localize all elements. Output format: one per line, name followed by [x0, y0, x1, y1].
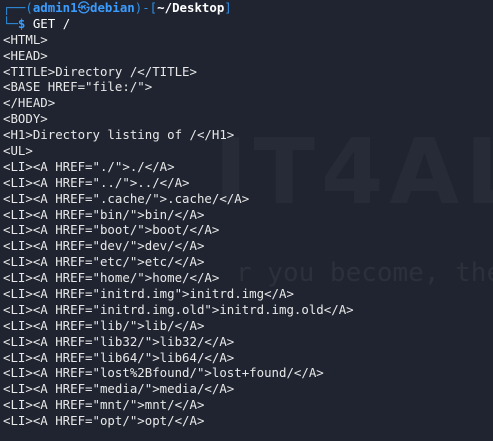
output-line: <LI><A HREF="media/">media/</A>: [3, 381, 235, 397]
output-line: <LI><A HREF=".cache/">.cache/</A>: [3, 190, 250, 206]
output-line: <LI><A HREF="lost%2Bfound/">lost+found/<…: [3, 365, 324, 381]
command-line: └─$ GET /: [3, 16, 493, 32]
output-line: <LI><A HREF="mnt/">mnt/</A>: [3, 397, 205, 413]
output-line: <LI><A HREF="lib64/">lib64/</A>: [3, 349, 235, 365]
prompt-at-symbol: ㉿: [77, 0, 90, 15]
output-line: <LI><A HREF="boot/">boot/</A>: [3, 222, 220, 238]
output-line: <LI><A HREF="etc/">etc/</A>: [3, 254, 205, 270]
output-line: <BASE HREF="file:/">: [3, 79, 153, 95]
prompt-path: ~/Desktop: [157, 0, 225, 15]
command-text: GET /: [25, 15, 71, 31]
output-line: <LI><A HREF="initrd.img">initrd.img</A>: [3, 286, 294, 302]
prompt-host: debian: [90, 0, 135, 15]
output-line: <BODY>: [3, 111, 48, 127]
output-line: <LI><A HREF="initrd.img.old">initrd.img.…: [3, 301, 354, 317]
output-line: <H1>Directory listing of /</H1>: [3, 127, 235, 143]
output-line: <HEAD>: [3, 47, 48, 63]
prompt-line: ┌──(admin1㉿debian)-[~/Desktop]: [3, 0, 493, 16]
output-line: <TITLE>Directory /</TITLE>: [3, 63, 197, 79]
output-line: </HEAD>: [3, 95, 56, 111]
output-line: <LI><A HREF="lib/">lib/</A>: [3, 317, 205, 333]
prompt-line2-prefix: └─: [3, 15, 18, 31]
output-line: <LI><A HREF="home/">home/</A>: [3, 270, 220, 286]
prompt-prefix: ┌──(: [3, 0, 33, 15]
output-line: <UL>: [3, 143, 33, 159]
output-line: <LI><A HREF="dev/">dev/</A>: [3, 238, 205, 254]
output-line: <HTML>: [3, 31, 48, 47]
prompt-separator: )-[: [134, 0, 158, 15]
output-line: <LI><A HREF="bin/">bin/</A>: [3, 206, 205, 222]
output-line: <LI><A HREF="./">./</A>: [3, 158, 175, 174]
output-line: <LI><A HREF="lib32/">lib32/</A>: [3, 333, 235, 349]
output-line: <LI><A HREF="opt/">opt/</A>: [3, 413, 205, 429]
output-line: <LI><A HREF="../">../</A>: [3, 174, 190, 190]
terminal-output[interactable]: ┌──(admin1㉿debian)-[~/Desktop] └─$ GET /…: [3, 0, 493, 429]
prompt-user: admin1: [32, 0, 78, 15]
command-output: <HTML> <HEAD> <TITLE>Directory /</TITLE> <B…: [3, 32, 493, 429]
prompt-suffix: ]: [224, 0, 232, 15]
